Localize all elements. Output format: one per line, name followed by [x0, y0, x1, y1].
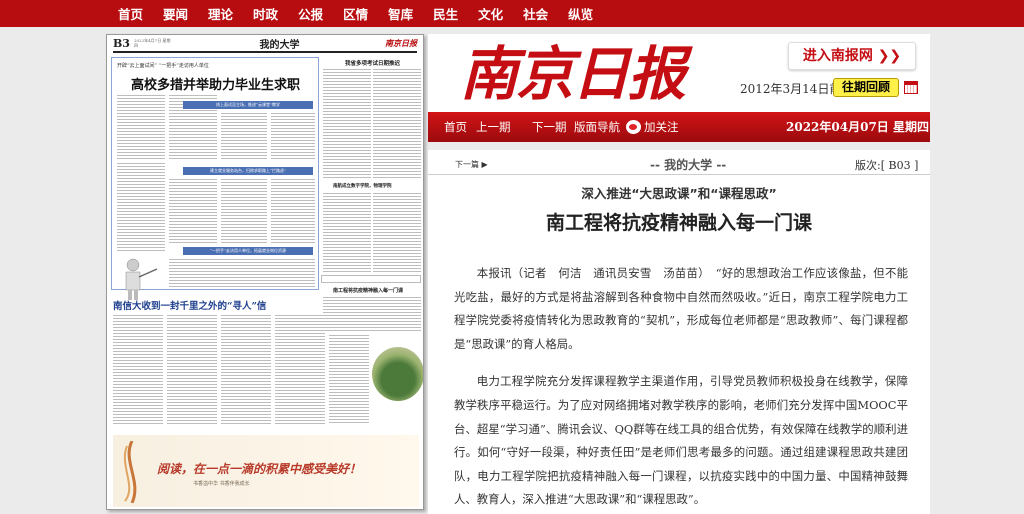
thumb-text-block	[221, 113, 267, 161]
thumb-text-block	[167, 315, 217, 425]
thumb-text-block	[329, 335, 369, 425]
article-paragraph: 电力工程学院充分发挥课程教学主渠道作用，引导党员教师积极投身在线教学，保障教学秩…	[454, 374, 908, 507]
top-nav-item[interactable]: 时政	[253, 4, 278, 23]
top-nav-item[interactable]: 要闻	[163, 4, 188, 23]
next-article-label: 下一篇	[455, 160, 479, 169]
thumb-logo: 南京日报	[385, 37, 417, 48]
thumb-right-title-1[interactable]: 我省多项考试日期推迟	[345, 59, 400, 67]
nav-next-issue-link[interactable]: 下一期	[532, 112, 567, 142]
page-thumbnail[interactable]: B3 2022年4月7日 星期四 我的大学 南京日报 开辟“云上面试间” “一把…	[106, 34, 424, 510]
top-nav-item[interactable]: 理论	[208, 4, 233, 23]
thumb-text-block	[323, 69, 371, 179]
thumb-text-block	[169, 179, 217, 243]
thumb-text-block	[221, 179, 267, 243]
nav-follow-link[interactable]: 加关注	[644, 112, 679, 142]
thumb-text-block	[271, 179, 315, 243]
nav-home-link[interactable]: 首页	[444, 112, 467, 142]
thumb-text-block	[323, 193, 371, 273]
article-body: 本报讯（记者 何洁 通讯员安雪 汤苗苗） “好的思想政治工作应该像盐，但不能光吃…	[454, 262, 908, 514]
thumb-ad-slogan: 阅读，在一点一滴的积累中感受美好！	[157, 462, 362, 476]
top-nav-item[interactable]: 智库	[388, 4, 413, 23]
thumb-right-title-2[interactable]: 南航成立数字学院，物理学院	[333, 183, 392, 189]
thumb-date: 2022年4月7日 星期四	[133, 38, 171, 48]
thumb-text-block	[117, 163, 165, 253]
nav-prev-issue-link[interactable]: 上一期	[476, 112, 511, 142]
thumb-header: B3 2022年4月7日 星期四 我的大学 南京日报	[113, 35, 417, 53]
thumb-headline[interactable]: 高校多措并举助力毕业生求职	[131, 74, 300, 93]
enter-site-button[interactable]: 进入南报网 ❯❯	[788, 42, 916, 70]
thumb-ad-decoration	[123, 441, 137, 503]
top-nav: 首页 要闻 理论 时政 公报 区情 智库 民生 文化 社会 纵览	[0, 0, 1024, 27]
weibo-icon[interactable]	[626, 120, 641, 134]
thumb-ad-subtext: 书香溢中华 书香伴我成长	[193, 481, 250, 487]
issue-date: 2022年04月07日 星期四	[786, 120, 929, 134]
top-nav-item[interactable]: 首页	[118, 4, 143, 23]
article-section: -- 我的大学 --	[650, 158, 727, 172]
article-paragraph: 本报讯（记者 何洁 通讯员安雪 汤苗苗） “好的思想政治工作应该像盐，但不能光吃…	[454, 266, 908, 351]
thumb-advertisement: 阅读，在一点一滴的积累中感受美好！ 书香溢中华 书香伴我成长	[113, 435, 419, 507]
thumb-subhead-bar: “一把手”走访用人单位，拓展就业岗位资源	[183, 247, 313, 255]
thumb-figure-illustration	[125, 258, 158, 300]
thumb-text-block	[373, 69, 421, 179]
calendar-icon[interactable]	[904, 81, 918, 94]
thumb-kicker: 开辟“云上面试间” “一把手”走访用人单位	[117, 63, 209, 69]
top-nav-item[interactable]: 社会	[523, 4, 548, 23]
thumb-divider-box	[321, 275, 421, 283]
thumb-text-block	[113, 315, 163, 425]
next-article-link[interactable]: 下一篇 ▶	[455, 157, 488, 170]
thumb-text-block	[221, 315, 271, 425]
thumb-text-block	[275, 315, 325, 425]
thumb-photo	[372, 347, 423, 401]
triangle-right-icon: ▶	[479, 160, 488, 169]
thumb-text-block	[169, 259, 315, 287]
thumb-text-block	[373, 193, 421, 273]
thumb-text-block	[323, 297, 421, 331]
top-nav-list: 首页 要闻 理论 时政 公报 区情 智库 民生 文化 社会 纵览	[118, 0, 1024, 27]
past-issues-button[interactable]: 往期回顾	[833, 78, 899, 97]
article-title: 南工程将抗疫精神融入每一门课	[545, 212, 812, 234]
top-nav-item[interactable]: 纵览	[568, 4, 593, 23]
top-nav-item[interactable]: 民生	[433, 4, 458, 23]
thumb-subhead-bar: 线上面试没主场，推进“云课堂”教学	[183, 101, 313, 109]
article-subtitle: 深入推进“大思政课”和“课程思政”	[581, 186, 777, 201]
thumb-headline-2[interactable]: 南信大收到一封千里之外的“寻人”信	[113, 298, 266, 312]
top-nav-item[interactable]: 公报	[298, 4, 323, 23]
thumb-text-block	[117, 95, 165, 159]
nav-page-guide-link[interactable]: 版面导航	[574, 112, 620, 142]
thumb-section: 我的大学	[259, 39, 300, 51]
top-nav-item[interactable]: 区情	[343, 4, 368, 23]
thumb-text-block	[271, 113, 315, 161]
top-nav-item[interactable]: 文化	[478, 4, 503, 23]
article-edition: 版次:[ B03 ]	[855, 159, 919, 172]
newspaper-logo[interactable]: 南京日报	[460, 39, 686, 109]
thumb-subhead-bar: 建立就业服务站台，扫除求职路上“拦路虎”	[183, 167, 313, 175]
thumb-right-title-3[interactable]: 南工程将抗疫精神融入每一门课	[333, 287, 403, 294]
thumb-page-number: B3	[113, 36, 130, 50]
archive-date-label: 2012年3月14日前	[740, 82, 842, 96]
